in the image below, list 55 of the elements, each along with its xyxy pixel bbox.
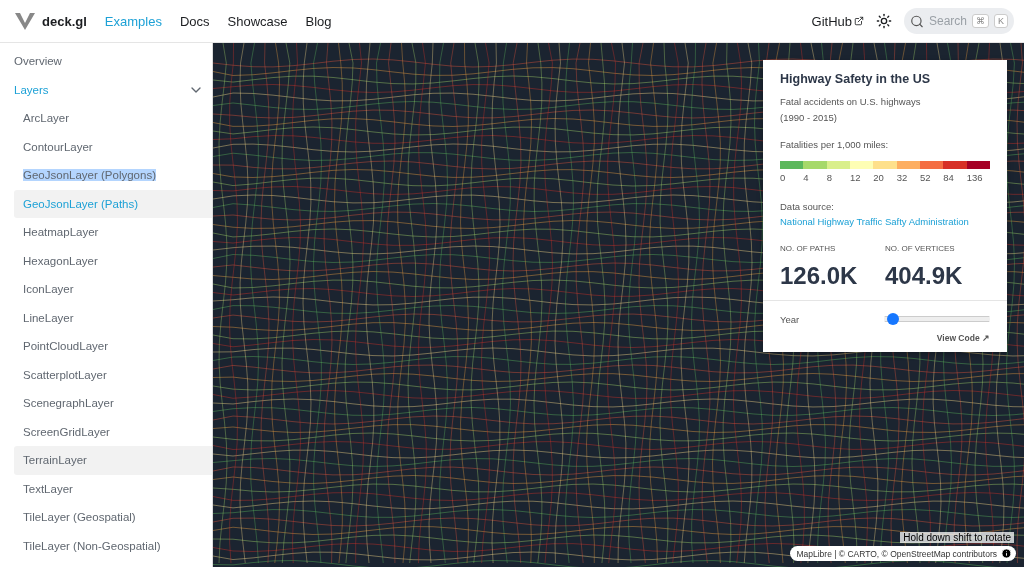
sidebar-item[interactable]: Overview xyxy=(0,47,212,76)
external-link-icon xyxy=(854,16,864,26)
legend-label: 136 xyxy=(966,172,984,183)
slider-label: Year xyxy=(780,313,800,325)
info-icon[interactable] xyxy=(1001,548,1012,559)
search-placeholder: Search xyxy=(928,14,967,28)
stat-label: NO. OF VERTICES xyxy=(885,244,956,253)
theme-toggle-icon[interactable] xyxy=(876,13,892,29)
sidebar-subitem[interactable]: TextLayer xyxy=(14,474,212,503)
nav-link[interactable]: Docs xyxy=(179,13,210,29)
sidebar-subitem[interactable]: IconLayer xyxy=(14,275,212,304)
search-button[interactable]: Search ⌘ K xyxy=(904,8,1014,34)
legend-label: 20 xyxy=(873,172,885,183)
sidebar-subitem[interactable]: PointCloudLayer xyxy=(14,332,212,361)
year-slider[interactable] xyxy=(884,313,990,325)
keyboard-key: ⌘ xyxy=(972,14,989,28)
sidebar-subitem[interactable]: LineLayer xyxy=(14,303,212,332)
nav-link[interactable]: Showcase xyxy=(227,13,288,29)
rotate-hint: Hold down shift to rotate xyxy=(900,532,1014,543)
sidebar-subitem[interactable]: GeoJsonLayer (Polygons) xyxy=(14,161,212,190)
panel-title: Highway Safety in the US xyxy=(780,72,932,86)
stat-value: 404.9K xyxy=(885,262,964,290)
sidebar-subitem[interactable]: ArcLayer xyxy=(14,104,212,133)
year-range: (1990 - 2015) xyxy=(780,111,839,125)
logo-text[interactable]: deck.gl xyxy=(42,13,87,29)
panel-subtitle: Fatal accidents on U.S. highways xyxy=(780,95,922,109)
sidebar-subitem[interactable]: TileLayer (Non-Geospatial) xyxy=(14,531,212,560)
slider-thumb[interactable] xyxy=(886,313,899,325)
sidebar-subitem[interactable]: ContourLayer xyxy=(14,132,212,161)
legend-label: 0 xyxy=(780,172,787,183)
legend-label: 84 xyxy=(943,172,955,183)
source-link[interactable]: National Highway Traffic Safty Administration xyxy=(780,216,990,227)
sidebar-subitem[interactable]: TerrainLayer xyxy=(14,446,212,475)
sidebar-subitem[interactable]: ScreenGridLayer xyxy=(14,417,212,446)
sidebar-subitem[interactable]: ScenegraphLayer xyxy=(14,389,212,418)
sidebar-subitem[interactable]: TileLayer (Geospatial) xyxy=(14,503,212,532)
legend-title: Fatalities per 1,000 miles: xyxy=(780,139,890,150)
legend-label: 8 xyxy=(826,172,833,183)
legend-label: 32 xyxy=(896,172,909,183)
nav-link[interactable]: Blog xyxy=(305,13,332,29)
source-label: Data source: xyxy=(780,201,835,212)
legend-label: 52 xyxy=(919,172,932,183)
search-icon xyxy=(910,13,924,29)
view-code-link[interactable]: View Code ↗ xyxy=(936,333,990,343)
sidebar-subitem[interactable]: HexagonLayer xyxy=(14,246,212,275)
logo-icon[interactable] xyxy=(14,11,36,31)
github-link[interactable]: GitHub xyxy=(811,13,864,29)
sidebar-subitem[interactable]: ScatterplotLayer xyxy=(14,360,212,389)
legend-label: 4 xyxy=(803,172,810,183)
sidebar-subitem[interactable]: HeatmapLayer xyxy=(14,218,212,247)
keyboard-key: K xyxy=(994,14,1008,28)
attribution-text: MapLibre | © CARTO, © OpenStreetMap contributors xyxy=(796,548,997,559)
legend-label: 12 xyxy=(850,172,862,183)
stat-value: 126.0K xyxy=(780,262,859,290)
stat-label: NO. OF PATHS xyxy=(780,244,837,253)
